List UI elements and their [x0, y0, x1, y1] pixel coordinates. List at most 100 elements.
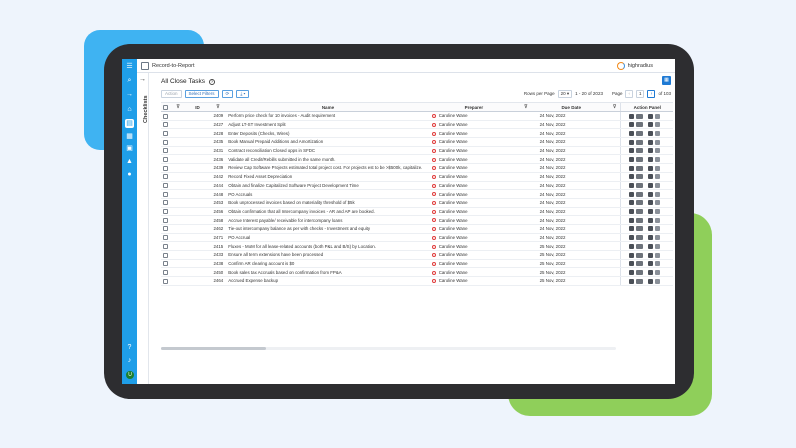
document-icon[interactable]: [648, 165, 654, 171]
task-name[interactable]: Book unprocessed invoices based on mater…: [226, 198, 430, 208]
document-icon[interactable]: [648, 200, 654, 206]
grid-icon[interactable]: [629, 243, 635, 249]
table-row[interactable]: 2439 Review Cap Software Projects estimat…: [161, 163, 673, 173]
settings-icon[interactable]: ●: [125, 170, 134, 179]
task-name[interactable]: PO Accruals: [226, 189, 430, 199]
grid-icon[interactable]: [629, 156, 635, 162]
attachment-icon[interactable]: [655, 130, 661, 136]
document-icon[interactable]: [648, 278, 654, 284]
document-icon[interactable]: [648, 130, 654, 136]
comment-icon[interactable]: [636, 165, 644, 171]
task-name[interactable]: Perform price check for 10 invoices - Au…: [226, 111, 430, 121]
table-row[interactable]: 2450 Book sales tax Accruals based on con…: [161, 267, 673, 278]
row-checkbox[interactable]: [161, 146, 171, 156]
document-icon[interactable]: [648, 174, 654, 180]
row-checkbox[interactable]: [161, 154, 171, 165]
task-name[interactable]: Book Manual Prepaid Additions and Amorti…: [226, 137, 430, 147]
comment-icon[interactable]: [636, 148, 644, 154]
user-avatar[interactable]: U: [126, 371, 134, 379]
attachment-icon[interactable]: [655, 278, 661, 284]
grid-icon[interactable]: [629, 183, 635, 189]
table-row[interactable]: 2442 Record Fixed Asset Depreciation Carol…: [161, 172, 673, 182]
task-name[interactable]: PO Accrual: [226, 233, 430, 243]
document-icon[interactable]: [648, 191, 654, 197]
grid-icon[interactable]: [629, 130, 635, 136]
row-checkbox[interactable]: [161, 181, 171, 191]
task-name[interactable]: Obtain and finalize Capitalized Software…: [226, 181, 430, 191]
attachment-icon[interactable]: [655, 217, 661, 223]
grid-icon[interactable]: [629, 174, 635, 180]
comment-icon[interactable]: [636, 139, 644, 145]
attachment-icon[interactable]: [655, 209, 661, 215]
filter-icon[interactable]: ⊽: [518, 102, 534, 112]
document-icon[interactable]: [648, 261, 654, 267]
grid-icon[interactable]: [629, 269, 635, 275]
column-header-preparer[interactable]: Preparer: [429, 102, 519, 112]
table-row[interactable]: 2448 PO Accruals Caroline Wane 24 Nov, 2022: [161, 189, 673, 199]
attachment-icon[interactable]: [655, 235, 661, 241]
row-checkbox[interactable]: [161, 120, 171, 130]
table-row[interactable]: 2453 Book unprocessed invoices based on m…: [161, 198, 673, 208]
task-name[interactable]: Confirm AR clearing account is $0: [226, 259, 430, 269]
task-name[interactable]: Obtain confirmation that all Intercompan…: [226, 207, 430, 217]
attachment-icon[interactable]: [655, 113, 661, 119]
attachment-icon[interactable]: [655, 226, 661, 232]
attachment-icon[interactable]: [655, 252, 661, 258]
attachment-icon[interactable]: [655, 156, 661, 162]
document-icon[interactable]: [648, 226, 654, 232]
column-header-name[interactable]: Name: [226, 102, 430, 112]
row-checkbox[interactable]: [161, 198, 171, 208]
download-button[interactable]: ⤓ ▾: [236, 89, 250, 98]
comment-icon[interactable]: [636, 226, 644, 232]
reconciliation-icon[interactable]: ▦: [125, 132, 134, 141]
table-row[interactable]: 2444 Obtain and finalize Capitalized Soft…: [161, 181, 673, 191]
grid-icon[interactable]: [629, 165, 635, 171]
checklist-icon[interactable]: ▤: [125, 119, 134, 128]
help-circle-icon[interactable]: ?: [208, 78, 215, 85]
document-icon[interactable]: [648, 113, 654, 119]
filter-icon[interactable]: ⊽: [209, 102, 227, 112]
grid-icon[interactable]: [629, 217, 635, 223]
attachment-icon[interactable]: [655, 174, 661, 180]
scrollbar-thumb[interactable]: [161, 347, 266, 350]
grid-icon[interactable]: [629, 191, 635, 197]
grid-icon[interactable]: [629, 148, 635, 154]
document-icon[interactable]: [648, 252, 654, 258]
horizontal-scrollbar[interactable]: [161, 347, 616, 350]
row-checkbox[interactable]: [161, 276, 171, 286]
row-checkbox[interactable]: [161, 250, 171, 260]
attachment-icon[interactable]: [655, 148, 661, 154]
table-row[interactable]: 2456 Obtain confirmation that all Interco…: [161, 207, 673, 217]
attachment-icon[interactable]: [655, 139, 661, 145]
column-header-due-date[interactable]: Due Date: [533, 102, 609, 112]
grid-icon[interactable]: [629, 226, 635, 232]
table-row[interactable]: 2433 Ensure all term extensions have been…: [161, 250, 673, 260]
table-row[interactable]: 2435 Book Manual Prepaid Additions and Am…: [161, 137, 673, 147]
task-name[interactable]: Ensure all term extensions have been pro…: [226, 250, 430, 260]
row-checkbox[interactable]: [161, 111, 171, 121]
filter-icon[interactable]: ⊽: [608, 102, 621, 112]
row-checkbox[interactable]: [161, 163, 171, 173]
task-name[interactable]: Tie-out intercompany balance as per with…: [226, 224, 430, 234]
alert-icon[interactable]: ▲: [125, 157, 134, 166]
notification-bell-icon[interactable]: ♪: [125, 356, 134, 365]
attachment-icon[interactable]: [655, 261, 661, 267]
prev-page-button[interactable]: ‹: [625, 89, 633, 98]
comment-icon[interactable]: [636, 200, 644, 206]
filter-icon[interactable]: ⊽: [170, 102, 186, 112]
grid-icon[interactable]: [629, 261, 635, 267]
task-name[interactable]: Adjust LT-ST Investment Split: [226, 120, 430, 130]
task-name[interactable]: Enter Deposits (Checks, Wires): [226, 128, 430, 139]
grid-icon[interactable]: [629, 252, 635, 258]
task-name[interactable]: Accrued Expense backup: [226, 276, 430, 286]
page-number-input[interactable]: 1: [635, 89, 645, 98]
grid-icon[interactable]: [629, 139, 635, 145]
grid-icon[interactable]: [629, 113, 635, 119]
row-checkbox[interactable]: [161, 189, 171, 199]
document-icon[interactable]: [648, 183, 654, 189]
table-row[interactable]: 2458 Accrue Interest payable/ receivable …: [161, 215, 673, 225]
home-icon[interactable]: ⌂: [125, 105, 134, 114]
attachment-icon[interactable]: [655, 122, 661, 128]
grid-icon[interactable]: [629, 209, 635, 215]
document-icon[interactable]: [648, 148, 654, 154]
